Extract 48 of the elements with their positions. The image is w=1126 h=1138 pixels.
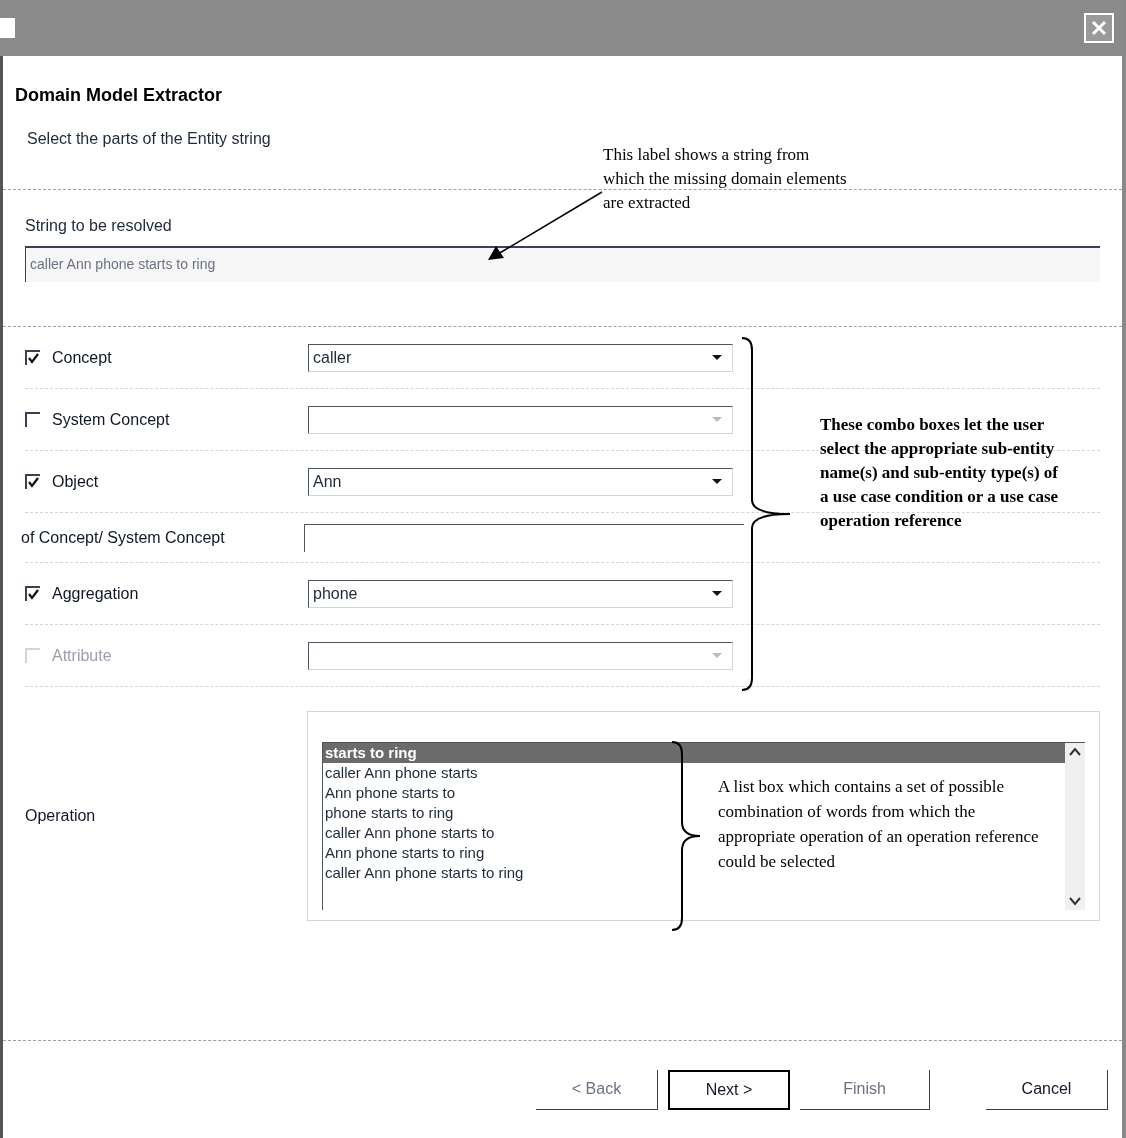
scrollbar[interactable]	[1065, 743, 1085, 910]
field-value: caller Ann phone starts to ring	[30, 255, 216, 274]
combo-box[interactable]: caller	[308, 343, 733, 372]
list-item[interactable]: Ann phone starts to	[323, 783, 456, 803]
field-label: of Concept/ System Concept	[21, 527, 226, 548]
combo-box[interactable]: Ann	[308, 467, 733, 496]
list-item[interactable]: starts to ring	[323, 743, 1065, 763]
combo-box[interactable]: phone	[308, 579, 733, 608]
dropdown-arrow-icon	[710, 352, 724, 363]
dialog-heading: Domain Model Extractor	[15, 84, 224, 107]
combo-value: phone	[313, 583, 358, 604]
checkbox-label: System Concept	[52, 409, 170, 430]
list-item[interactable]: caller Ann phone starts to	[323, 823, 495, 843]
list-item[interactable]: caller Ann phone starts to ring	[323, 863, 524, 883]
checkmark-icon	[28, 477, 39, 488]
combo-value: Ann	[313, 471, 342, 492]
annotation-text: These combo boxes let the user select the appropriate sub-entity name(s) and sub-entity type(s) of a use case condition or a use case operation reference	[820, 414, 1060, 532]
field-label: Operation	[25, 806, 97, 826]
annotation-text: A list box which contains a set of possible combination of words from which the appropriate operation of an operation reference could be selected	[718, 776, 1040, 873]
dialog-button[interactable]: Cancel	[986, 1069, 1108, 1110]
close-icon	[1091, 20, 1107, 36]
checkbox[interactable]	[25, 474, 40, 489]
checkmark-icon	[28, 589, 39, 600]
combo-box[interactable]	[308, 641, 733, 670]
dialog-subheading: Select the parts of the Entity string	[26, 129, 272, 149]
combo-box[interactable]	[308, 405, 733, 434]
scroll-up-icon[interactable]	[1068, 747, 1082, 757]
dropdown-arrow-icon	[710, 476, 724, 487]
checkbox-label: Attribute	[52, 645, 112, 666]
list-item[interactable]: Ann phone starts to ring	[323, 843, 485, 863]
dropdown-arrow-icon	[710, 588, 724, 599]
checkbox[interactable]	[25, 350, 40, 365]
scroll-down-icon[interactable]	[1068, 896, 1082, 906]
close-button[interactable]	[1084, 13, 1114, 43]
dialog-button[interactable]: Next >	[668, 1069, 790, 1110]
dropdown-arrow-icon	[710, 650, 724, 661]
checkbox-label: Aggregation	[52, 583, 139, 604]
checkbox-label: Object	[52, 471, 99, 492]
dropdown-arrow-icon	[710, 414, 724, 425]
annotation-text: This label shows a string from which the missing domain elements are extracted	[603, 144, 848, 214]
app-icon	[0, 18, 15, 38]
checkbox-label: Concept	[52, 347, 112, 368]
combo-value: caller	[313, 347, 352, 368]
list-item[interactable]: phone starts to ring	[323, 803, 454, 823]
field-label: String to be resolved	[25, 216, 173, 236]
checkmark-icon	[28, 353, 39, 364]
checkbox[interactable]	[25, 586, 40, 601]
list-item[interactable]: caller Ann phone starts	[323, 763, 478, 783]
